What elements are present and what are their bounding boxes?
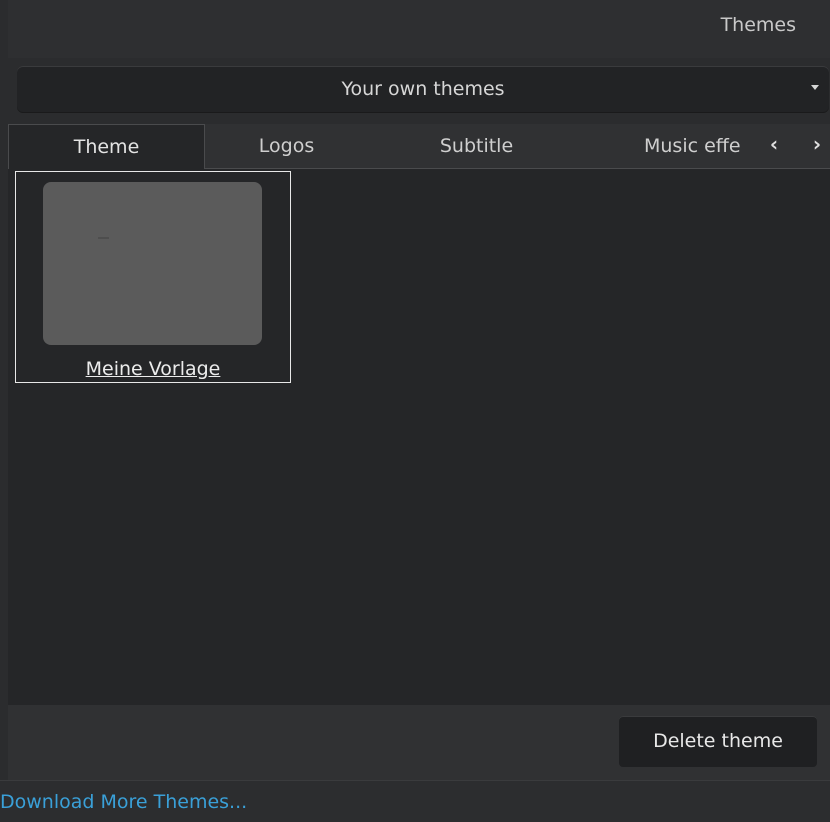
chevron-left-icon[interactable]: ‹ — [761, 124, 787, 168]
panel-footer: Delete theme — [8, 705, 830, 780]
theme-gallery: Meine Vorlage — [8, 169, 830, 705]
panel-title: Themes — [720, 14, 796, 36]
tab-bar: Theme Logos Subtitle Music effe ‹ › — [8, 124, 830, 170]
theme-item-label: Meine Vorlage — [85, 358, 221, 380]
chevron-right-icon[interactable]: › — [804, 124, 830, 168]
themes-panel: Themes Your own themes Theme Logos Subti… — [0, 0, 830, 822]
caret-down-icon — [811, 85, 819, 90]
panel-header: Themes — [8, 0, 830, 58]
tab-subtitle[interactable]: Subtitle — [369, 124, 584, 168]
thumbnail-mark — [98, 237, 109, 239]
tab-logos[interactable]: Logos — [204, 124, 369, 168]
tab-music-effects[interactable]: Music effe — [644, 124, 764, 168]
delete-theme-button[interactable]: Delete theme — [619, 716, 817, 767]
theme-category-dropdown[interactable]: Your own themes — [17, 66, 829, 112]
tab-theme[interactable]: Theme — [8, 124, 205, 170]
bottom-strip: Download More Themes... — [0, 780, 830, 822]
dropdown-selected-value: Your own themes — [341, 78, 505, 100]
theme-thumbnail — [43, 182, 262, 345]
theme-item-meine-vorlage[interactable]: Meine Vorlage — [15, 171, 291, 383]
download-more-themes-link[interactable]: Download More Themes... — [0, 791, 247, 813]
